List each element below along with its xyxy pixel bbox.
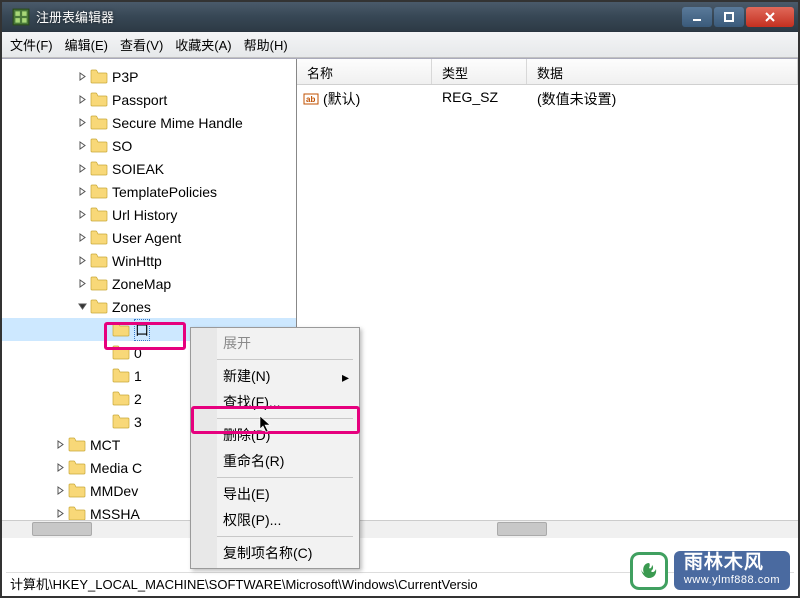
tree-label: P3P [112, 69, 138, 85]
close-button[interactable] [746, 7, 794, 27]
menubar: 文件(F) 编辑(E) 查看(V) 收藏夹(A) 帮助(H) [2, 32, 798, 58]
tree-label: Passport [112, 92, 167, 108]
tree-label: Zones [112, 299, 151, 315]
titlebar: 注册表编辑器 [2, 2, 798, 32]
watermark-name: 雨林木风 [684, 553, 780, 574]
window-title: 注册表编辑器 [36, 7, 682, 26]
app-icon [12, 8, 30, 26]
tree-label: 0 [134, 345, 142, 361]
context-menu: 展开 新建(N) ▸ 查找(F)... 删除(D) 重命名(R) 导出(E) 权… [190, 327, 360, 569]
watermark: 雨林木风 www.ylmf888.com [630, 551, 790, 590]
tree-item[interactable]: User Agent [2, 226, 296, 249]
tree-label: 3 [134, 414, 142, 430]
window-controls [682, 7, 794, 27]
maximize-button[interactable] [714, 7, 744, 27]
tree-item[interactable]: SOIEAK [2, 157, 296, 180]
ctx-new[interactable]: 新建(N) ▸ [193, 363, 357, 389]
menu-edit[interactable]: 编辑(E) [65, 35, 108, 54]
expand-icon[interactable] [76, 301, 88, 313]
tree-label: 1 [134, 368, 142, 384]
value-name: (默认) [323, 89, 360, 109]
col-data[interactable]: 数据 [527, 59, 798, 84]
ctx-rename[interactable]: 重命名(R) [193, 448, 357, 474]
expand-icon[interactable] [54, 485, 66, 497]
value-type: REG_SZ [432, 89, 527, 109]
tree-item[interactable]: Secure Mime Handle [2, 111, 296, 134]
ctx-copyname[interactable]: 复制项名称(C) [193, 540, 357, 566]
string-value-icon: ab [303, 91, 319, 107]
svg-text:ab: ab [306, 95, 315, 104]
tree-item[interactable]: Passport [2, 88, 296, 111]
expand-icon[interactable] [98, 416, 110, 428]
expand-icon[interactable] [98, 347, 110, 359]
status-path: 计算机\HKEY_LOCAL_MACHINE\SOFTWARE\Microsof… [10, 574, 478, 593]
tree-label: ZoneMap [112, 276, 171, 292]
ctx-find[interactable]: 查找(F)... [193, 389, 357, 415]
expand-icon[interactable] [76, 232, 88, 244]
list-pane: 名称 类型 数据 ab (默认) REG_SZ (数值未设置) [297, 59, 798, 538]
ctx-delete[interactable]: 删除(D) [193, 422, 357, 448]
tree-label: Url History [112, 207, 177, 223]
ctx-permissions[interactable]: 权限(P)... [193, 507, 357, 533]
tree-label: 口 [134, 319, 150, 341]
tree-label: TemplatePolicies [112, 184, 217, 200]
tree-item[interactable]: Zones [2, 295, 296, 318]
minimize-button[interactable] [682, 7, 712, 27]
expand-icon[interactable] [98, 370, 110, 382]
tree-label: User Agent [112, 230, 181, 246]
tree-label: SO [112, 138, 132, 154]
tree-item[interactable]: SO [2, 134, 296, 157]
tree-label: MCT [90, 437, 120, 453]
tree-label: Secure Mime Handle [112, 115, 243, 131]
expand-icon[interactable] [76, 186, 88, 198]
expand-icon[interactable] [76, 255, 88, 267]
list-header: 名称 类型 数据 [297, 59, 798, 85]
menu-view[interactable]: 查看(V) [120, 35, 163, 54]
expand-icon[interactable] [76, 278, 88, 290]
expand-icon[interactable] [54, 508, 66, 520]
expand-icon[interactable] [76, 71, 88, 83]
watermark-url: www.ylmf888.com [684, 574, 780, 586]
tree-label: SOIEAK [112, 161, 164, 177]
tree-item[interactable]: ZoneMap [2, 272, 296, 295]
expand-icon[interactable] [76, 163, 88, 175]
expand-icon[interactable] [76, 117, 88, 129]
tree-label: WinHttp [112, 253, 162, 269]
menu-help[interactable]: 帮助(H) [244, 35, 288, 54]
expand-icon[interactable] [98, 393, 110, 405]
col-type[interactable]: 类型 [432, 59, 527, 84]
tree-label: Media C [90, 460, 142, 476]
col-name[interactable]: 名称 [297, 59, 432, 84]
menu-file[interactable]: 文件(F) [10, 35, 53, 54]
content: P3P Passport Secure Mime Handle SO SOIEAK Tem… [2, 58, 798, 538]
watermark-logo-icon [630, 552, 668, 590]
list-scrollbar[interactable] [297, 520, 798, 538]
value-data: (数值未设置) [527, 89, 798, 109]
expand-icon[interactable] [54, 462, 66, 474]
expand-icon[interactable] [76, 94, 88, 106]
tree-label: MMDev [90, 483, 138, 499]
ctx-expand: 展开 [193, 330, 357, 356]
expand-icon[interactable] [76, 140, 88, 152]
ctx-export[interactable]: 导出(E) [193, 481, 357, 507]
expand-icon[interactable] [76, 209, 88, 221]
menu-favorites[interactable]: 收藏夹(A) [175, 35, 231, 54]
expand-icon[interactable] [98, 324, 110, 336]
tree-item[interactable]: WinHttp [2, 249, 296, 272]
tree-item[interactable]: Url History [2, 203, 296, 226]
expand-icon[interactable] [54, 439, 66, 451]
tree-item[interactable]: P3P [2, 65, 296, 88]
tree-label: 2 [134, 391, 142, 407]
list-row[interactable]: ab (默认) REG_SZ (数值未设置) [297, 85, 798, 113]
submenu-arrow-icon: ▸ [342, 369, 349, 386]
tree-item[interactable]: TemplatePolicies [2, 180, 296, 203]
